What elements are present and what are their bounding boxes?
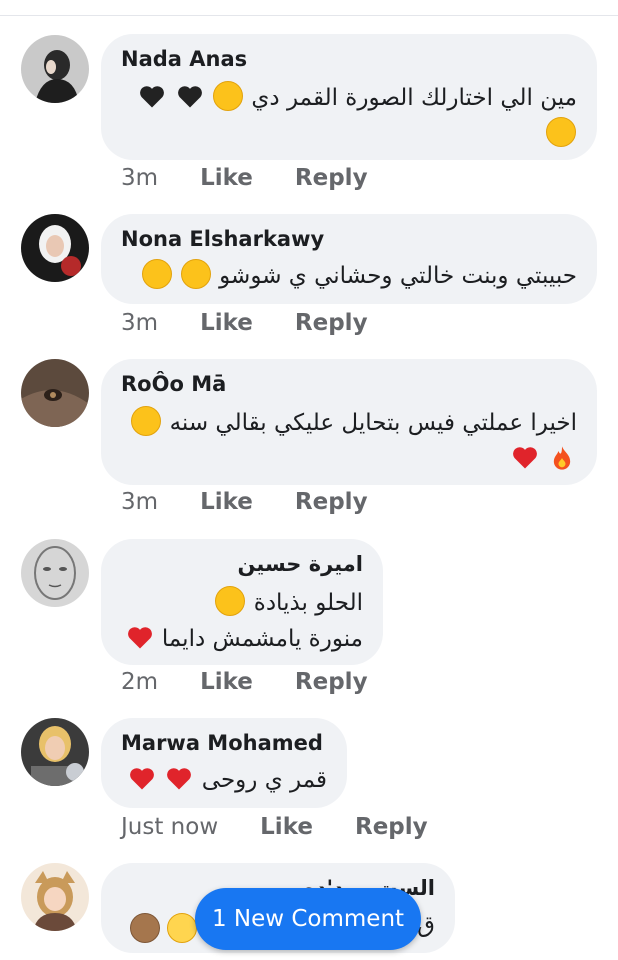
comment-text: قمر ي روحى xyxy=(121,762,327,798)
like-button[interactable]: Like xyxy=(200,165,253,191)
see-no-evil-monkey-icon xyxy=(130,913,160,943)
red-heart-icon xyxy=(130,768,155,790)
comment-text-body: مين الي اختارلك الصورة القمر دي xyxy=(251,85,577,111)
like-button[interactable]: Like xyxy=(200,310,253,336)
avatar[interactable] xyxy=(21,863,89,931)
comment-emoji-line xyxy=(129,913,198,943)
author-name[interactable]: اميرة حسين xyxy=(121,551,363,577)
timestamp[interactable]: 3m xyxy=(121,165,158,191)
author-name[interactable]: RoÔo Mā xyxy=(121,371,577,397)
comment-text: حبيبتي وبنت خالتي وحشاني ي شوشو xyxy=(121,258,577,294)
author-name[interactable]: Marwa Mohamed xyxy=(121,730,327,756)
comment-text: اخيرا عملتي فيس بتحايل عليكي بقالي سنه xyxy=(121,405,577,441)
sunflower-icon xyxy=(167,913,198,943)
comment-text-body: الحلو بذيادة xyxy=(253,590,363,616)
comment-text-body: قمر ي روحى xyxy=(201,767,327,793)
avatar[interactable] xyxy=(21,35,89,103)
heart-eyes-emoji-icon xyxy=(215,586,246,616)
comment-bubble: Nada Anas مين الي اختارلك الصورة القمر د… xyxy=(101,34,597,160)
avatar[interactable] xyxy=(21,359,89,427)
comment-bubble: Marwa Mohamed قمر ي روحى xyxy=(101,718,347,808)
black-heart-icon xyxy=(140,86,165,108)
sunglasses-emoji-icon xyxy=(213,81,244,111)
like-button[interactable]: Like xyxy=(200,669,253,695)
comment-bubble: Nona Elsharkawy حبيبتي وبنت خالتي وحشاني… xyxy=(101,214,597,304)
kissing-heart-emoji-icon xyxy=(141,259,172,289)
comment-text-body: حبيبتي وبنت خالتي وحشاني ي شوشو xyxy=(219,263,577,289)
tears-of-joy-emoji-icon xyxy=(546,117,576,147)
comment-bubble: اميرة حسين الحلو بذيادة منورة يامشمش داي… xyxy=(101,539,383,665)
reply-button[interactable]: Reply xyxy=(355,814,428,840)
avatar[interactable] xyxy=(21,539,89,607)
timestamp[interactable]: 3m xyxy=(121,310,158,336)
black-heart-icon xyxy=(177,86,202,108)
kissing-heart-emoji-icon xyxy=(180,259,211,289)
comment-emoji-line xyxy=(121,441,577,477)
red-heart-icon xyxy=(512,447,537,469)
like-button[interactable]: Like xyxy=(260,814,313,840)
comment-actions: Just now Like Reply xyxy=(121,814,428,840)
author-name[interactable]: Nada Anas xyxy=(121,46,577,72)
comment-actions: 3m Like Reply xyxy=(121,489,368,515)
reply-button[interactable]: Reply xyxy=(295,489,368,515)
timestamp[interactable]: 3m xyxy=(121,489,158,515)
reply-button[interactable]: Reply xyxy=(295,669,368,695)
top-divider xyxy=(0,15,618,16)
comment-text: الحلو بذيادة xyxy=(121,585,363,621)
reply-button[interactable]: Reply xyxy=(295,310,368,336)
avatar[interactable] xyxy=(21,214,89,282)
timestamp[interactable]: 2m xyxy=(121,669,158,695)
comment-actions: 3m Like Reply xyxy=(121,165,368,191)
new-comment-button[interactable]: 1 New Comment xyxy=(195,888,421,950)
comment-actions: 3m Like Reply xyxy=(121,310,368,336)
comment-bubble: RoÔo Mā اخيرا عملتي فيس بتحايل عليكي بقا… xyxy=(101,359,597,485)
comment-text-body: اخيرا عملتي فيس بتحايل عليكي بقالي سنه xyxy=(169,410,577,436)
author-name[interactable]: Nona Elsharkawy xyxy=(121,226,577,252)
reply-button[interactable]: Reply xyxy=(295,165,368,191)
avatar[interactable] xyxy=(21,718,89,786)
tears-of-joy-emoji-icon xyxy=(131,406,162,436)
red-heart-icon xyxy=(167,768,192,790)
comment-emoji-line xyxy=(121,116,577,152)
fire-icon xyxy=(553,446,571,470)
comment-text-body: منورة يامشمش دايما xyxy=(161,626,363,652)
comment-actions: 2m Like Reply xyxy=(121,669,368,695)
like-button[interactable]: Like xyxy=(200,489,253,515)
comment-text: مين الي اختارلك الصورة القمر دي xyxy=(121,80,577,116)
red-heart-icon xyxy=(127,627,152,649)
timestamp[interactable]: Just now xyxy=(121,814,218,840)
comment-text-line-2: منورة يامشمش دايما xyxy=(121,621,363,657)
